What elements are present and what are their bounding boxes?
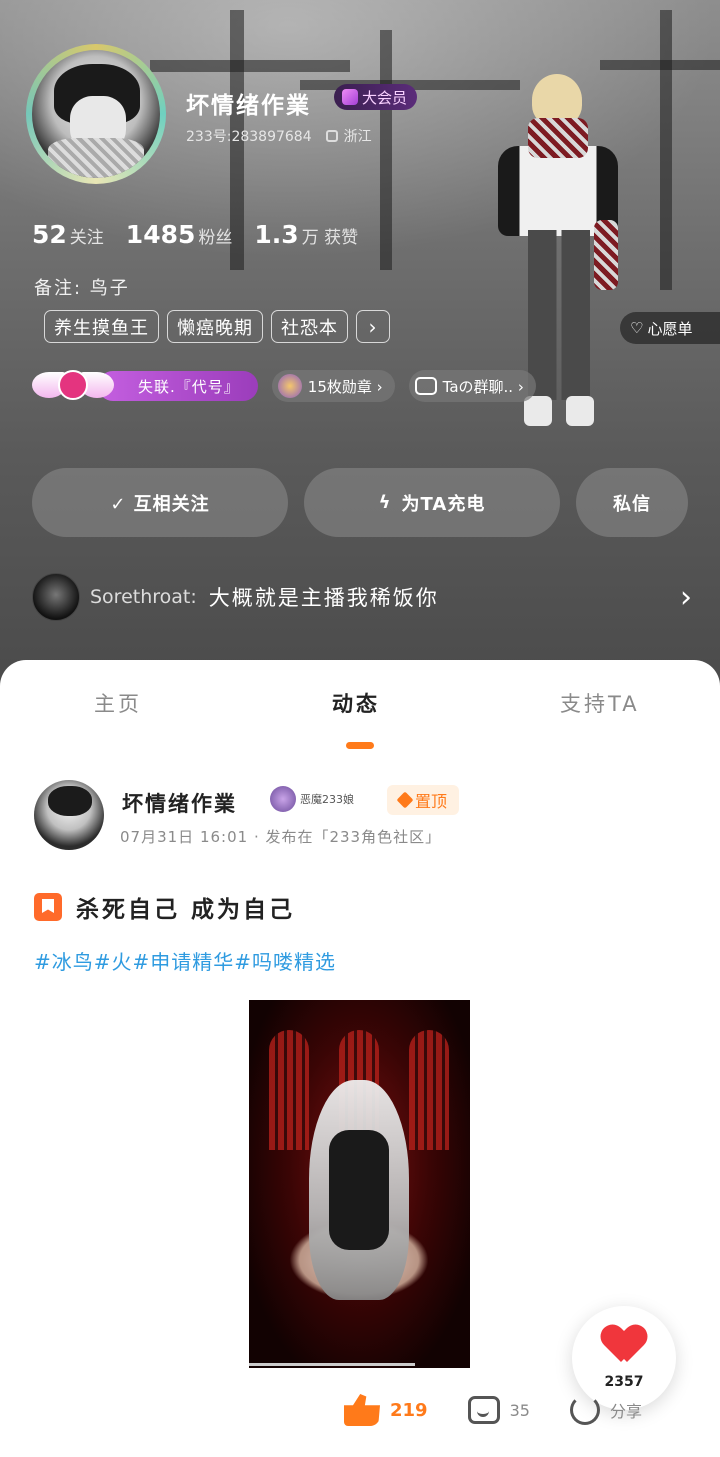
medal-icon xyxy=(277,374,302,398)
pin-icon xyxy=(396,791,414,809)
followers-count[interactable]: 1485 xyxy=(126,220,196,249)
bookmark-icon xyxy=(34,893,62,921)
background-cross xyxy=(600,60,720,70)
video-progress-bar xyxy=(249,1363,415,1366)
hashtag[interactable]: #火 xyxy=(94,946,133,975)
background-cross xyxy=(660,10,672,290)
hashtag[interactable]: #申请精华 xyxy=(133,946,235,975)
figure-legs xyxy=(528,230,590,400)
notice-text: 大概就是主播我稀饭你 xyxy=(208,586,439,610)
wishlist-label: 心愿单 xyxy=(647,319,693,338)
figure-scarf xyxy=(528,118,588,158)
tab-posts[interactable]: 动态 xyxy=(332,688,380,718)
comment-icon xyxy=(467,1396,500,1424)
location: 浙江 xyxy=(343,129,372,145)
profile-avatar[interactable] xyxy=(26,44,166,184)
post-hashtags: #冰鸟 #火 #申请精华 #吗喽精选 xyxy=(34,946,336,975)
couple-wings-icon xyxy=(32,366,114,406)
background-cross xyxy=(380,30,392,270)
vip-crown-icon xyxy=(342,89,358,105)
post-meta: 07月31日 16:01 · 发布在「233角色社区」 xyxy=(120,828,442,846)
heart-outline-icon: ♡ xyxy=(630,319,644,337)
post-author-name[interactable]: 坏情绪作業 xyxy=(122,788,237,818)
message-notice[interactable]: Sorethroat: 大概就是主播我稀饭你 › xyxy=(32,572,692,622)
profile-tabs: 主页 动态 支持TA xyxy=(0,688,720,728)
demon-badge-icon xyxy=(270,786,296,812)
figure-arm xyxy=(594,220,618,290)
hashtag[interactable]: #冰鸟 xyxy=(34,946,94,975)
notice-avatar xyxy=(32,573,80,621)
active-tab-indicator xyxy=(346,742,374,749)
lightning-icon: ϟ xyxy=(378,492,392,513)
message-button[interactable]: 私信 xyxy=(576,468,688,537)
stained-glass-window xyxy=(269,1030,309,1150)
content-sheet: 主页 动态 支持TA 坏情绪作業 恶魔233娘 置顶 07月31日 16:01 … xyxy=(0,660,720,1457)
avatar-hair xyxy=(48,786,92,816)
medals-label: 15枚勋章 › xyxy=(307,377,383,396)
heart-count: 2357 xyxy=(604,1374,644,1390)
user-id: 233号:283897684 xyxy=(186,129,312,145)
vip-label: 大会员 xyxy=(362,88,408,107)
author-badge: 恶魔233娘 xyxy=(270,786,354,812)
badges-row: 失联.『代号』 15枚勋章 › Taの群聊.. › xyxy=(32,366,536,406)
chevron-right-icon: › xyxy=(680,579,692,615)
user-remark[interactable]: 备注: 鸟子 xyxy=(34,274,130,300)
profile-tags: 养生摸鱼王 懒癌晚期 社恐本 › xyxy=(44,310,390,343)
pinned-badge: 置顶 xyxy=(387,785,460,815)
avatar-scarf xyxy=(48,138,144,178)
image-figure-body xyxy=(329,1130,389,1250)
profile-tag[interactable]: 社恐本 xyxy=(271,310,348,343)
mutual-follow-button[interactable]: ✓ 互相关注 xyxy=(32,468,288,537)
location-icon xyxy=(325,130,338,142)
charge-button[interactable]: ϟ 为TA充电 xyxy=(304,468,560,537)
background-cross xyxy=(150,60,350,72)
likes-label: 万 获赞 xyxy=(301,228,359,248)
comment-button[interactable]: 35 xyxy=(467,1396,530,1424)
share-icon xyxy=(569,1395,600,1425)
profile-tag[interactable]: 懒癌晚期 xyxy=(167,310,263,343)
heart-icon xyxy=(603,1326,645,1364)
stained-glass-window xyxy=(409,1030,449,1150)
tags-more-button[interactable]: › xyxy=(356,310,390,343)
likes-count: 1.3 xyxy=(254,220,299,249)
profile-tag[interactable]: 养生摸鱼王 xyxy=(44,310,159,343)
post-actions: 219 35 分享 xyxy=(344,1394,682,1426)
thumbs-up-icon xyxy=(344,1394,380,1426)
following-count[interactable]: 52 xyxy=(32,220,67,249)
wishlist-button[interactable]: ♡ 心愿单 xyxy=(620,312,720,344)
share-label: 分享 xyxy=(609,1402,642,1421)
post-title-text: 杀死自己 成为自己 xyxy=(76,897,296,923)
following-label: 关注 xyxy=(69,228,104,248)
followers-label: 粉丝 xyxy=(198,228,233,248)
tab-home[interactable]: 主页 xyxy=(94,688,142,718)
vip-badge[interactable]: 大会员 xyxy=(334,84,418,110)
share-button[interactable]: 分享 xyxy=(569,1395,642,1425)
medals-button[interactable]: 15枚勋章 › xyxy=(271,370,395,402)
badge-text: 恶魔233娘 xyxy=(300,793,354,806)
post-image[interactable] xyxy=(249,1000,470,1368)
pin-label: 置顶 xyxy=(415,792,448,811)
uid-row: 233号:283897684 浙江 xyxy=(186,126,372,146)
profile-username: 坏情绪作業 xyxy=(186,93,311,119)
hashtag[interactable]: #吗喽精选 xyxy=(234,946,336,975)
tab-support[interactable]: 支持TA xyxy=(560,688,640,718)
avatar-image xyxy=(32,50,160,178)
post-title[interactable]: 杀死自己 成为自己 xyxy=(34,890,295,924)
group-chat-label: Taの群聊.. › xyxy=(442,377,524,396)
chat-bubble-icon xyxy=(414,377,437,395)
charge-label: 为TA充电 xyxy=(401,493,486,515)
profile-header: 坏情绪作業 大会员 233号:283897684 浙江 52 关注 1485 粉… xyxy=(0,0,720,700)
like-button[interactable]: 219 xyxy=(344,1394,428,1426)
profile-stats: 52 关注 1485 粉丝 1.3 万 获赞 xyxy=(32,220,380,249)
notice-sender: Sorethroat: xyxy=(90,586,197,608)
post-author-avatar[interactable] xyxy=(34,780,104,850)
figure-shoe xyxy=(566,396,594,426)
heart-icon xyxy=(58,370,88,400)
like-count: 219 xyxy=(390,1399,428,1421)
couple-badge[interactable]: 失联.『代号』 xyxy=(98,371,258,401)
group-chat-button[interactable]: Taの群聊.. › xyxy=(408,370,536,402)
comment-count: 35 xyxy=(509,1400,530,1420)
